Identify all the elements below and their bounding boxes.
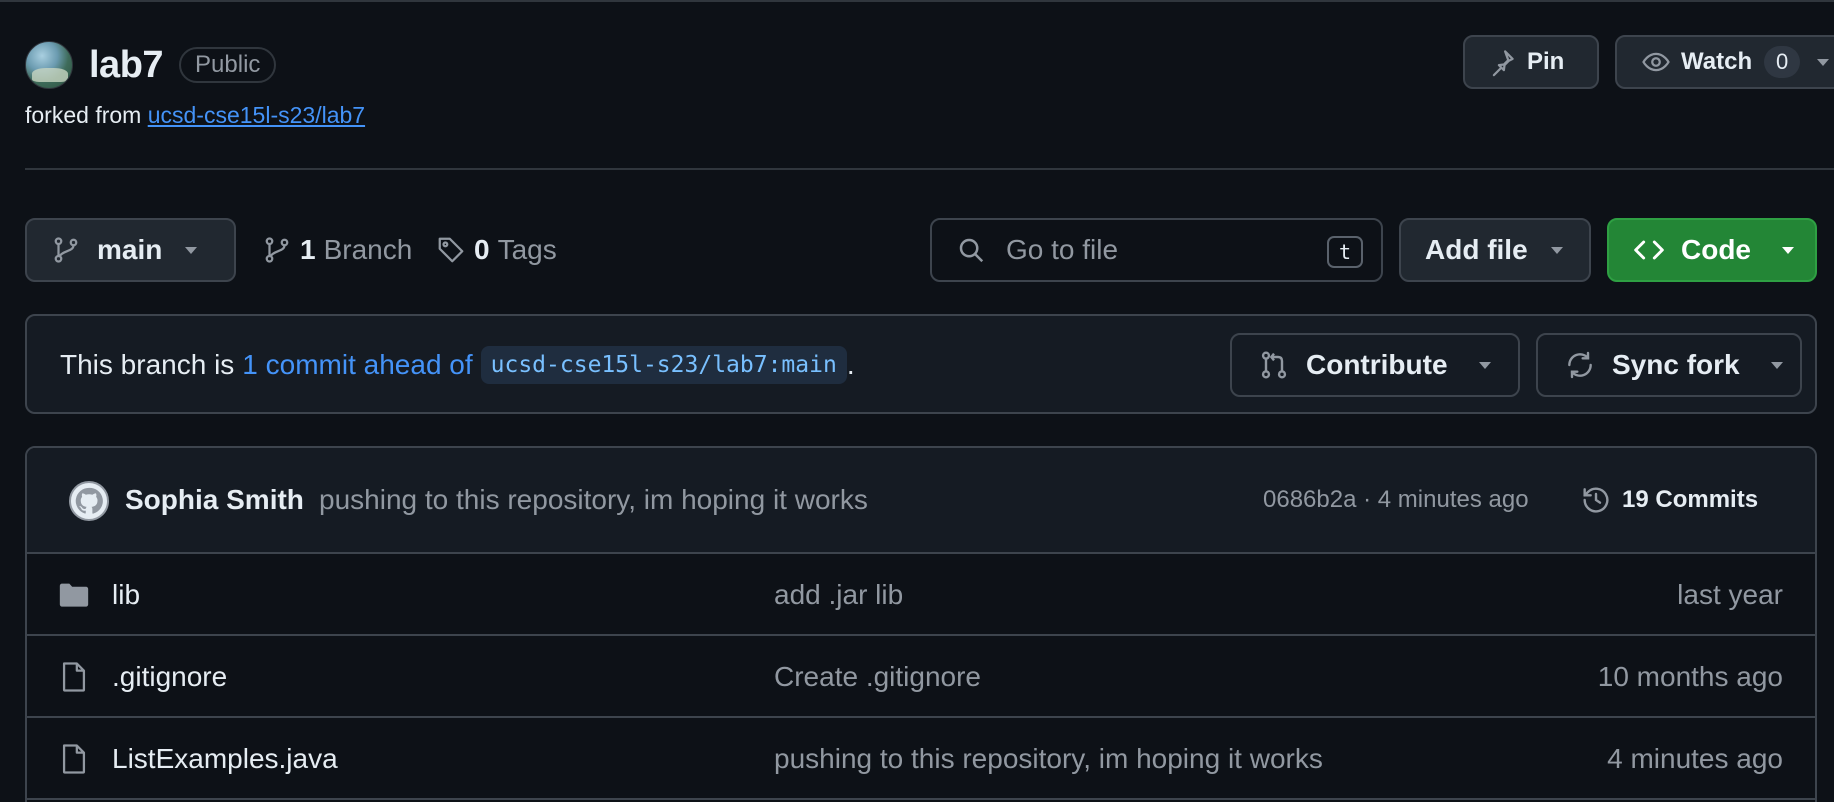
- repo-header: lab7 Public: [25, 40, 277, 90]
- top-border: [0, 0, 1834, 2]
- repo-page: lab7 Public forked from ucsd-cse15l-s23/…: [0, 0, 1834, 802]
- code-button[interactable]: Code: [1607, 218, 1817, 282]
- status-suffix: .: [846, 349, 855, 380]
- caret-down-icon: [1478, 362, 1491, 369]
- header-divider: [25, 168, 1834, 170]
- forked-from: forked from ucsd-cse15l-s23/lab7: [25, 102, 365, 129]
- watch-button[interactable]: Watch 0: [1615, 35, 1834, 89]
- code-label: Code: [1681, 234, 1751, 265]
- contribute-button[interactable]: Contribute: [1230, 333, 1520, 397]
- pin-label: Pin: [1527, 48, 1565, 75]
- sync-icon: [1568, 351, 1592, 379]
- sync-fork-label: Sync fork: [1612, 349, 1740, 380]
- commits-count-label: 19 Commits: [1622, 486, 1759, 513]
- file-name[interactable]: lib: [112, 579, 140, 611]
- tag-icon: [438, 237, 464, 263]
- meta-separator: ·: [1363, 486, 1372, 513]
- add-file-label: Add file: [1425, 234, 1528, 265]
- tag-count: 0: [474, 234, 490, 265]
- code-icon: [1634, 240, 1664, 260]
- caret-down-icon: [1550, 247, 1563, 254]
- git-pull-request-icon: [1261, 351, 1287, 379]
- search-icon: [959, 238, 984, 263]
- branch-count: 1: [300, 234, 316, 265]
- go-to-file-input[interactable]: [1004, 233, 1304, 267]
- file-commit-message[interactable]: Create .gitignore: [774, 661, 981, 693]
- file-age: 10 months ago: [1597, 661, 1783, 692]
- commit-sha[interactable]: 0686b2a: [1263, 486, 1356, 513]
- owner-avatar[interactable]: [25, 41, 73, 89]
- forked-prefix: forked from: [25, 102, 142, 128]
- file-name[interactable]: .gitignore: [112, 661, 227, 693]
- file-icon: [62, 744, 86, 774]
- repo-name[interactable]: lab7: [89, 44, 164, 87]
- file-icon: [62, 662, 86, 692]
- commit-meta: 0686b2a · 4 minutes ago: [1263, 486, 1529, 514]
- pin-button[interactable]: Pin: [1463, 35, 1599, 89]
- github-mark-icon: [75, 487, 103, 514]
- tag-label: Tags: [497, 234, 557, 265]
- file-name[interactable]: ListExamples.java: [112, 743, 338, 775]
- branch-label: Branch: [323, 234, 413, 265]
- commit-history-link[interactable]: 19 Commits: [1580, 478, 1758, 522]
- git-branch-icon: [265, 237, 289, 263]
- add-file-button[interactable]: Add file: [1399, 218, 1591, 282]
- git-branch-icon: [54, 237, 78, 263]
- file-table: Sophia Smith pushing to this repository,…: [25, 446, 1817, 802]
- commit-time: 4 minutes ago: [1377, 486, 1529, 513]
- file-commit-message[interactable]: add .jar lib: [774, 579, 903, 611]
- table-row[interactable]: ListExamples.java pushing to this reposi…: [27, 718, 1815, 800]
- branch-selector[interactable]: main: [25, 218, 236, 282]
- latest-commit-row: Sophia Smith pushing to this repository,…: [27, 448, 1815, 554]
- branch-status-banner: This branch is 1 commit ahead of ucsd-cs…: [25, 314, 1817, 414]
- pin-icon: [1492, 50, 1514, 77]
- commit-author[interactable]: Sophia Smith: [125, 484, 304, 516]
- history-icon: [1583, 487, 1609, 513]
- contribute-label: Contribute: [1306, 349, 1448, 380]
- branch-status-text: This branch is 1 commit ahead of ucsd-cs…: [60, 346, 855, 384]
- file-age: last year: [1677, 579, 1783, 610]
- go-to-file-search[interactable]: t: [930, 218, 1383, 282]
- file-commit-message[interactable]: pushing to this repository, im hoping it…: [774, 743, 1323, 775]
- eye-icon: [1642, 52, 1670, 72]
- search-shortcut-key: t: [1327, 236, 1363, 268]
- watch-label: Watch: [1681, 48, 1753, 75]
- table-row[interactable]: lib add .jar lib last year: [27, 554, 1815, 636]
- base-ref: ucsd-cse15l-s23/lab7:main: [480, 346, 847, 384]
- visibility-badge: Public: [179, 47, 277, 83]
- sync-fork-button[interactable]: Sync fork: [1536, 333, 1802, 397]
- caret-down-icon: [1770, 362, 1783, 369]
- commit-message[interactable]: pushing to this repository, im hoping it…: [319, 484, 868, 516]
- commit-author-avatar[interactable]: [69, 481, 109, 521]
- commits-ahead-link[interactable]: 1 commit ahead of: [242, 349, 472, 381]
- caret-down-icon: [1782, 247, 1794, 254]
- caret-down-icon: [185, 247, 198, 254]
- branch-name: main: [97, 234, 163, 265]
- folder-icon: [59, 583, 89, 607]
- tags-link[interactable]: 0 Tags: [436, 226, 557, 274]
- watch-count: 0: [1764, 46, 1801, 78]
- forked-from-link[interactable]: ucsd-cse15l-s23/lab7: [148, 102, 365, 128]
- status-prefix: This branch is: [60, 349, 235, 380]
- branches-link[interactable]: 1 Branch: [262, 226, 412, 274]
- table-row[interactable]: .gitignore Create .gitignore 10 months a…: [27, 636, 1815, 718]
- file-age: 4 minutes ago: [1607, 743, 1783, 774]
- caret-down-icon: [1817, 59, 1830, 66]
